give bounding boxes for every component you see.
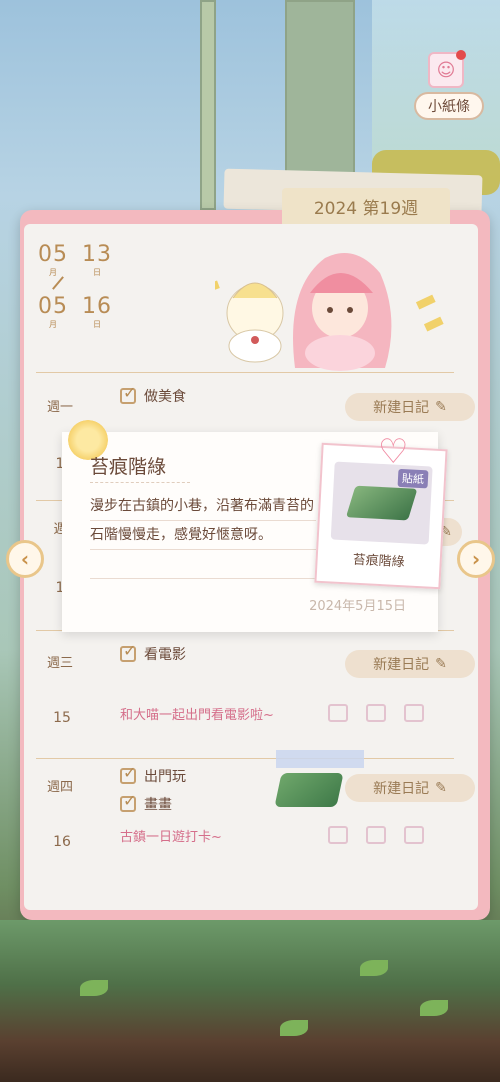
grass-sticker [274, 773, 344, 807]
new-diary-label: 新建日記 [373, 781, 430, 797]
checkbox-checked[interactable] [120, 763, 136, 784]
leaf-decoration [360, 960, 388, 976]
pen-icon: ✎ [435, 656, 447, 672]
todo-item[interactable]: 看電影 [120, 641, 186, 664]
empty-slot[interactable] [366, 826, 386, 844]
todo-item[interactable]: 做美食 [120, 383, 186, 406]
washi-tape [276, 750, 364, 768]
checkbox-checked[interactable] [120, 383, 136, 404]
day-number: 15 [53, 710, 71, 726]
new-diary-label: 新建日記 [373, 400, 430, 416]
sticker-name: 苔痕階綠 [352, 552, 405, 571]
todo-label: 做美食 [144, 389, 186, 405]
day-number: 16 [53, 834, 71, 850]
date-range: 05 月 13 日 05 月 16 日 [38, 242, 128, 330]
empty-slot[interactable] [328, 704, 348, 722]
empty-slot[interactable] [404, 826, 424, 844]
popup-body-text: 漫步在古鎮的小巷，沿著布滿青苔的石階慢慢走，感覺好愜意呀。 [90, 498, 314, 543]
pen-icon: ✎ [435, 399, 447, 415]
checkbox-checked[interactable] [120, 641, 136, 662]
popup-date: 2024年5月15日 [309, 599, 406, 614]
start-day: 13 [82, 242, 112, 267]
new-diary-button[interactable]: 新建日記 ✎ [345, 393, 475, 421]
leaf-decoration [80, 980, 108, 996]
todo-item[interactable]: 出門玩 [120, 763, 186, 786]
greenhouse-frame [200, 0, 216, 210]
weekday-label: 週三 [46, 656, 73, 671]
characters-illustration [215, 253, 444, 371]
title-underline [90, 482, 190, 483]
checkbox-checked[interactable] [120, 791, 136, 812]
empty-slots [328, 704, 424, 722]
row-divider [36, 372, 454, 373]
pen-icon: ✎ [435, 780, 447, 796]
diary-entry-text[interactable]: 古鎮一日遊打卡~ [120, 826, 222, 845]
chevron-right-icon[interactable]: › [457, 540, 495, 578]
week-tab: 2024 第19週 [282, 188, 450, 224]
leaf-decoration [420, 1000, 448, 1016]
day-unit: 日 [93, 320, 101, 329]
new-diary-button[interactable]: 新建日記 ✎ [345, 650, 475, 678]
popup-title: 苔痕階綠 [90, 456, 167, 478]
leaf-decoration [280, 1020, 308, 1036]
empty-slot[interactable] [366, 704, 386, 722]
month-unit: 月 [49, 320, 57, 329]
end-day: 16 [82, 294, 112, 319]
empty-slot[interactable] [404, 704, 424, 722]
todo-label: 出門玩 [144, 769, 186, 785]
row-divider [36, 758, 454, 759]
notification-dot [456, 50, 466, 60]
chevron-left-icon[interactable]: ‹ [6, 540, 44, 578]
diary-entry-text[interactable]: 和大喵一起出門看電影啦~ [120, 704, 274, 723]
todo-item[interactable]: 畫畫 [120, 791, 172, 814]
end-month: 05 [38, 294, 68, 319]
empty-slot[interactable] [328, 826, 348, 844]
weekday-label: 週一 [46, 400, 73, 415]
new-diary-button[interactable]: 新建日記 ✎ [345, 774, 475, 802]
weekday-label: 週四 [46, 780, 73, 795]
empty-slots [328, 826, 424, 844]
note-button[interactable]: 小紙條 [414, 92, 484, 120]
day-unit: 日 [93, 268, 101, 277]
heart-icon: ♡ [378, 432, 409, 472]
todo-label: 看電影 [144, 647, 186, 663]
new-diary-label: 新建日記 [373, 657, 430, 673]
start-month: 05 [38, 242, 68, 267]
todo-label: 畫畫 [144, 797, 172, 813]
